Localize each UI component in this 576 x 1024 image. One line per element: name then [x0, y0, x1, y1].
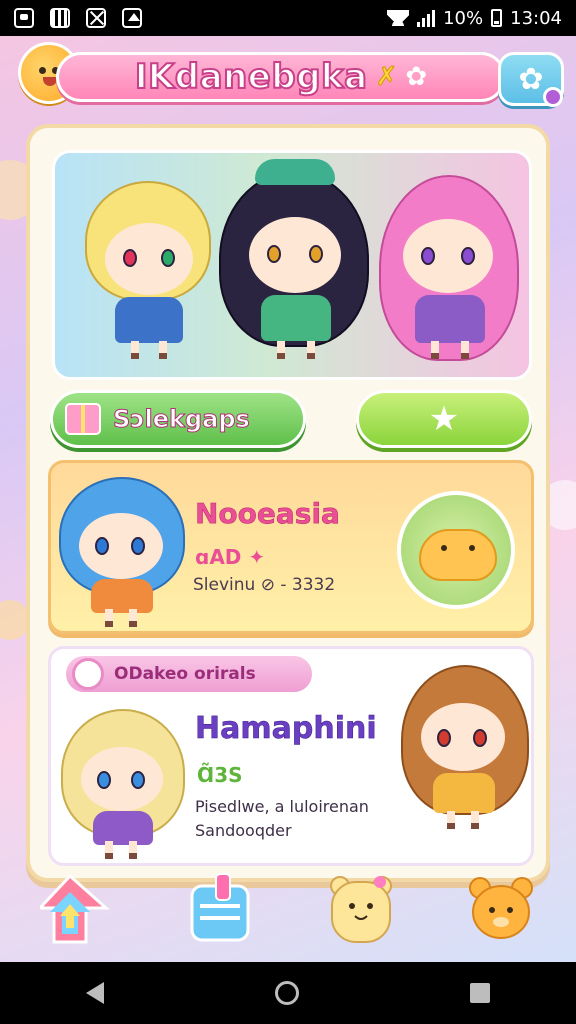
system-indicators: 10% 13:04: [387, 8, 562, 29]
bag-icon[interactable]: [186, 872, 256, 946]
character-stat: Ɑ̃3S: [197, 763, 243, 787]
back-icon[interactable]: [85, 982, 104, 1004]
notification-badge: [543, 87, 563, 107]
status-bar: 10% 13:04: [0, 0, 576, 36]
orange-bear-icon[interactable]: [466, 872, 536, 946]
character-description: Sandooqder: [195, 821, 292, 840]
originals-tag[interactable]: ODakeo orirals: [63, 653, 315, 695]
character-blonde[interactable]: [79, 171, 219, 371]
character-blue-hair: [55, 473, 189, 629]
gift-icon: [65, 403, 101, 435]
battery-icon: [491, 9, 503, 27]
character-name: Nooeasia: [195, 497, 340, 531]
gifts-button-label: Sɔlekgaps: [113, 405, 251, 434]
gifts-button[interactable]: Sɔlekgaps: [50, 390, 306, 448]
pet-icon: [419, 529, 497, 581]
character-brown-hair: [397, 659, 531, 859]
main-panel: Sɔlekgaps ★ Nooeasia ɑAD ✦ Slevinu ⊘ - 3…: [26, 124, 550, 882]
gallery-settings-button[interactable]: ✿: [498, 52, 564, 107]
title-banner: IKdanebgka ✗ ✿: [56, 52, 506, 102]
message-icon: [14, 8, 34, 28]
character-card-2[interactable]: ODakeo orirals Hamaphini Ɑ̃3S Pisedlwe, …: [48, 646, 534, 866]
recent-apps-icon[interactable]: [470, 983, 491, 1003]
signal-icon: [417, 9, 436, 27]
character-dark-hair[interactable]: [215, 159, 375, 371]
character-description: Pisedlwe, a luloirenan: [195, 797, 369, 816]
wifi-icon: [387, 10, 410, 26]
upload-icon: [122, 8, 142, 28]
tag-label: ODakeo orirals: [114, 664, 256, 684]
sparkle-icon: ✗: [375, 62, 398, 93]
character-showcase[interactable]: [52, 150, 532, 380]
character-detail: Slevinu ⊘ - 3332: [193, 575, 336, 595]
x-icon: [86, 8, 106, 28]
character-stat: ɑAD ✦: [195, 545, 266, 569]
rainbow-arrow-icon[interactable]: [36, 872, 110, 946]
pet-avatar[interactable]: [397, 491, 515, 609]
grid-icon: [50, 8, 70, 28]
teddy-icon[interactable]: [326, 872, 396, 946]
home-icon[interactable]: [274, 981, 299, 1005]
character-card-1[interactable]: Nooeasia ɑAD ✦ Slevinu ⊘ - 3332: [48, 460, 534, 634]
character-blonde-2: [57, 705, 189, 861]
gallery-settings-icon: ✿: [518, 61, 544, 97]
battery-percent: 10%: [443, 7, 484, 29]
character-pink-hair[interactable]: [375, 165, 525, 371]
favorite-button[interactable]: ★: [356, 390, 532, 448]
flower-icon: [72, 658, 104, 690]
star-icon: ★: [428, 399, 460, 439]
clock: 13:04: [510, 7, 562, 29]
character-name: Hamaphini: [195, 711, 377, 747]
game-title: IKdanebgka: [134, 56, 368, 98]
notification-icons: [14, 8, 142, 28]
system-nav-bar: [0, 962, 576, 1024]
flower-icon: ✿: [405, 62, 428, 92]
